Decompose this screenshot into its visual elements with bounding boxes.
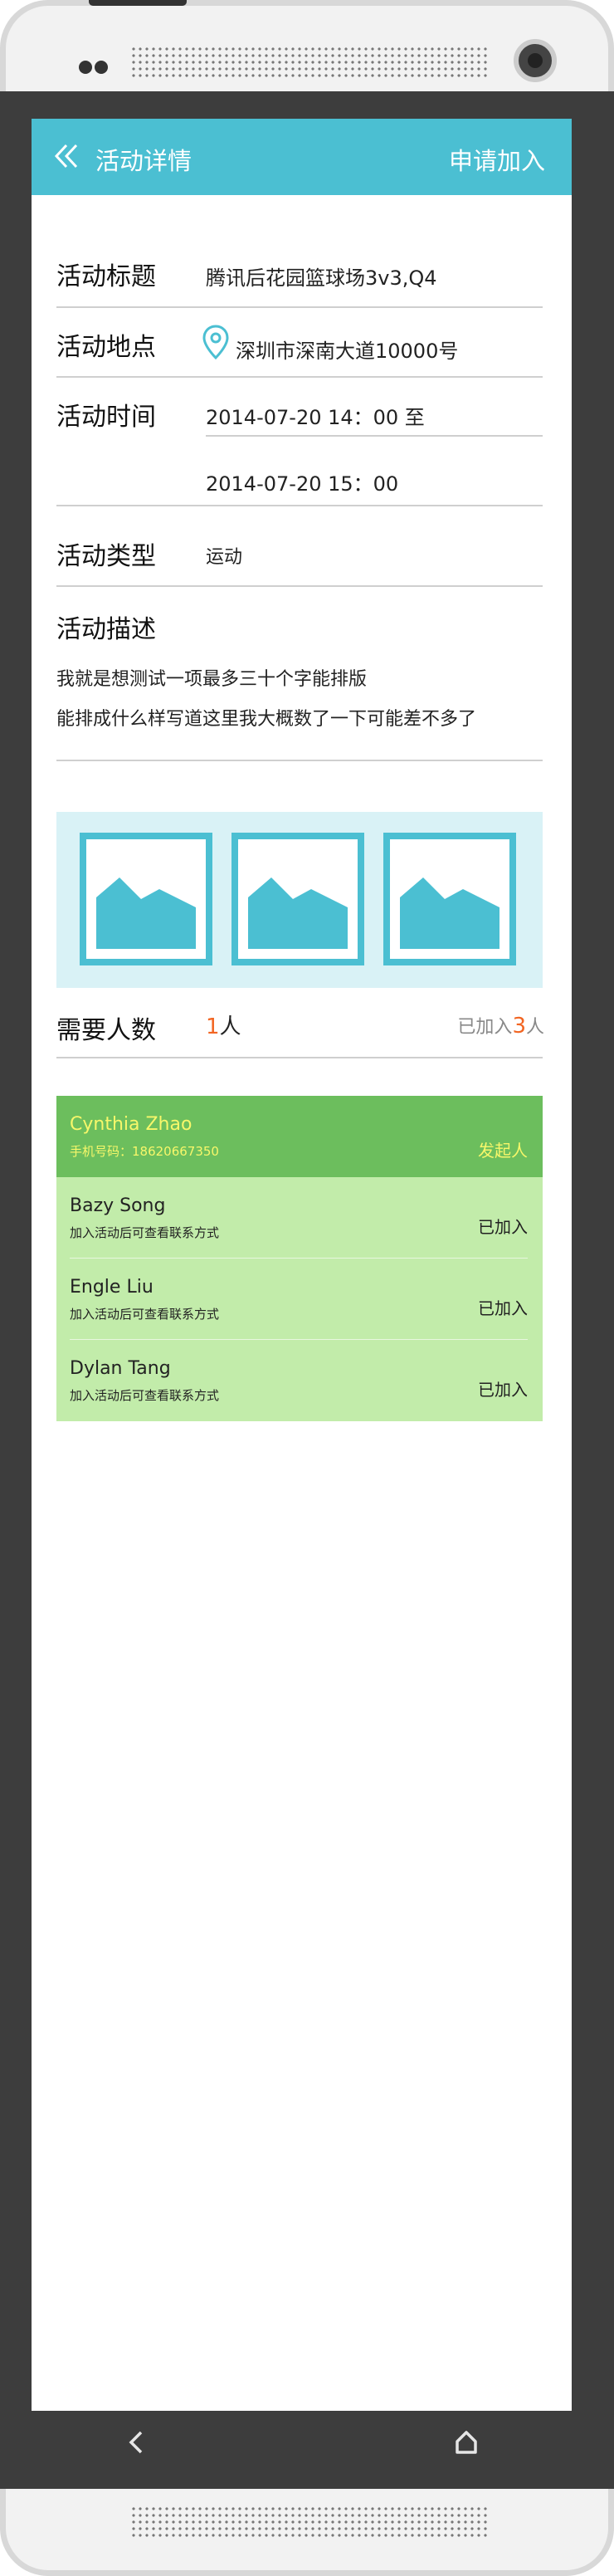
organizer-phone: 手机号码：18620667350 [70,1144,219,1159]
title-value: 腾讯后花园篮球场3v3,Q4 [206,266,437,290]
description-line-1: 我就是想测试一项最多三十个字能排版 [56,669,368,690]
member-note: 加入活动后可查看联系方式 [70,1388,220,1403]
member-note: 加入活动后可查看联系方式 [70,1225,220,1240]
location-label: 活动地点 [56,333,156,362]
description-line-2: 能排成什么样写道这里我大概数了一下可能差不多了 [56,709,477,730]
divider [56,760,543,761]
chevron-left-icon[interactable] [124,2430,149,2455]
organizer-name: Cynthia Zhao [70,1114,192,1135]
image-placeholder-icon[interactable] [383,833,516,965]
member-status: 已加入 [478,1380,528,1400]
member-name: Engle Liu [70,1277,154,1298]
divider [206,435,543,437]
apply-join-button[interactable]: 申请加入 [449,142,545,177]
photo-gallery [56,812,543,988]
bottom-speaker [130,2505,487,2537]
list-item[interactable]: Dylan Tang 加入活动后可查看联系方式 已加入 [56,1340,543,1421]
need-count-unit: 人 [219,1014,241,1039]
front-camera [514,39,557,82]
chevron-double-left-icon[interactable] [53,142,81,170]
earpiece-speaker [130,46,487,79]
home-icon[interactable] [454,2430,479,2455]
sensor-dots [79,61,110,77]
time-start: 2014-07-20 14：00 至 [206,406,425,429]
need-count-value: 1 [206,1014,220,1039]
phone-frame: 活动详情 申请加入 活动标题 腾讯后花园篮球场3v3,Q4 活动地点 深圳市深南… [0,0,614,2576]
type-value: 运动 [206,547,243,568]
power-button [89,0,187,6]
organizer-role: 发起人 [478,1141,528,1161]
member-note: 加入活动后可查看联系方式 [70,1307,220,1322]
app-header: 活动详情 申请加入 [32,119,572,195]
app-screen: 活动详情 申请加入 活动标题 腾讯后花园篮球场3v3,Q4 活动地点 深圳市深南… [32,119,572,2411]
list-item[interactable]: Engle Liu 加入活动后可查看联系方式 已加入 [56,1259,543,1340]
location-value: 深圳市深南大道10000号 [236,340,459,363]
joined-count: 已加入3人 [457,1012,544,1039]
participant-list: Cynthia Zhao 手机号码：18620667350 发起人 Bazy S… [56,1096,543,1421]
divider [56,376,543,378]
divider [56,505,543,506]
need-count: 1人 [206,1009,241,1040]
member-name: Dylan Tang [70,1358,171,1379]
map-pin-icon [202,325,229,360]
phone-top [6,0,608,89]
divider [56,585,543,587]
phone-body: 活动详情 申请加入 活动标题 腾讯后花园篮球场3v3,Q4 活动地点 深圳市深南… [0,91,614,2489]
type-label: 活动类型 [56,542,156,571]
organizer-card[interactable]: Cynthia Zhao 手机号码：18620667350 发起人 [56,1096,543,1177]
time-end: 2014-07-20 15：00 [206,472,399,496]
member-name: Bazy Song [70,1195,166,1216]
divider [56,306,543,308]
member-status: 已加入 [478,1217,528,1237]
divider [56,1057,543,1058]
member-status: 已加入 [478,1298,528,1318]
image-placeholder-icon[interactable] [231,833,364,965]
joined-prefix: 已加入 [457,1017,513,1038]
time-label: 活动时间 [56,403,156,432]
title-label: 活动标题 [56,262,156,291]
list-item[interactable]: Bazy Song 加入活动后可查看联系方式 已加入 [56,1177,543,1259]
description-label: 活动描述 [56,615,156,644]
joined-unit: 人 [525,1017,544,1038]
joined-count-value: 3 [512,1014,526,1039]
phone-bottom [6,2489,608,2576]
image-placeholder-icon[interactable] [80,833,212,965]
need-count-label: 需要人数 [56,1016,156,1045]
page-title: 活动详情 [95,147,192,175]
